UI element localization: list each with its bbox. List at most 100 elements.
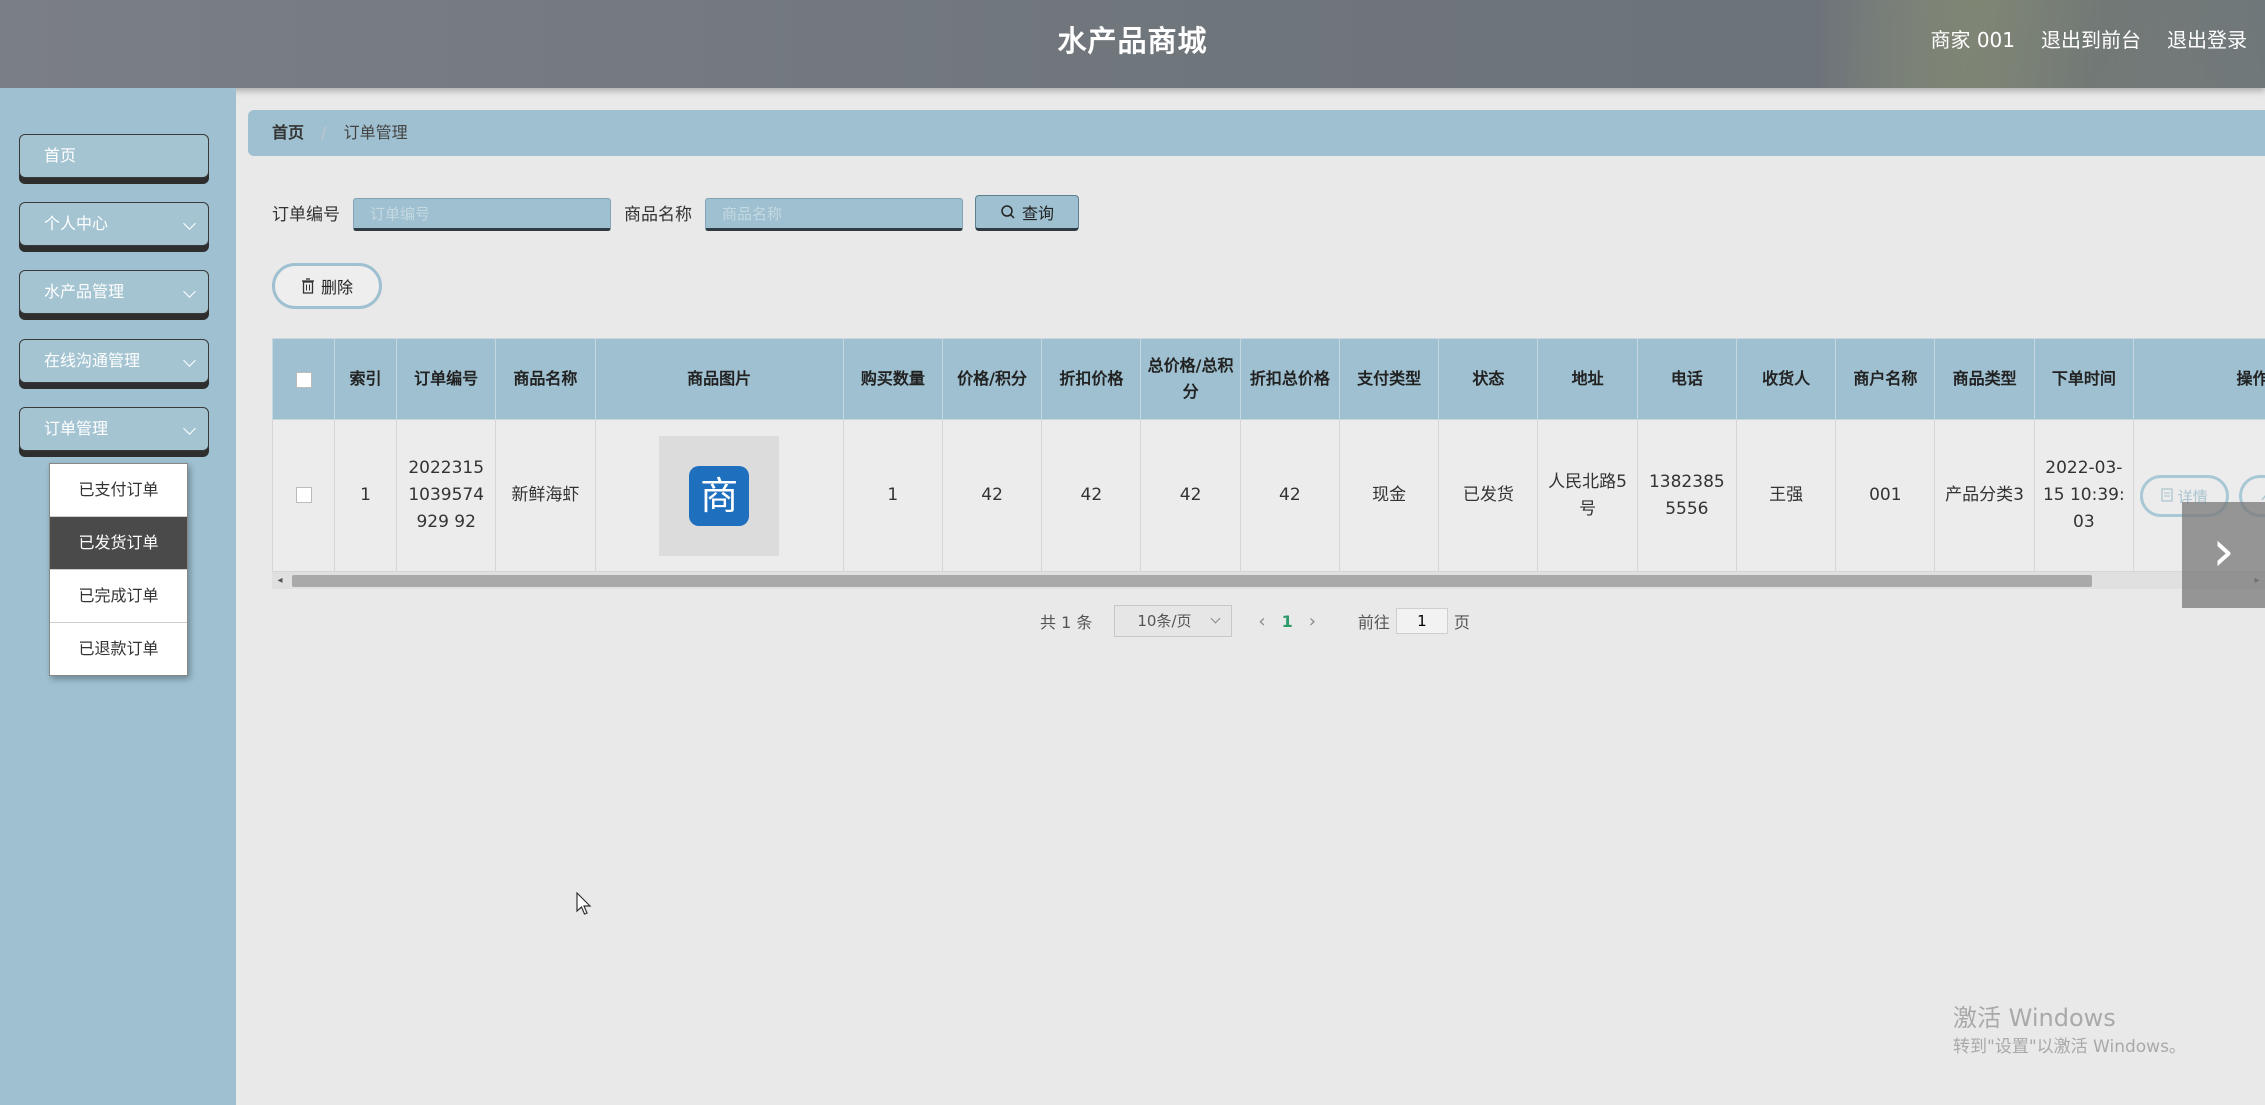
top-header: 水产品商城 商家 001 退出到前台 退出登录 xyxy=(0,0,2265,88)
breadcrumb-separator: / xyxy=(321,123,327,142)
chevron-down-icon xyxy=(183,217,196,230)
sidebar-item-home[interactable]: 首页 xyxy=(19,134,209,178)
sidebar-item-label: 个人中心 xyxy=(44,214,109,233)
chevron-right-icon[interactable]: › xyxy=(2182,502,2265,608)
column-header: 订单编号 xyxy=(396,338,497,420)
sidebar-item-online-chat[interactable]: 在线沟通管理 xyxy=(19,339,209,383)
logout-link[interactable]: 退出登录 xyxy=(2167,24,2247,53)
table-header-row: 索引 订单编号 商品名称 商品图片 购买数量 价格/积分 折扣价格 总价格/总积… xyxy=(272,338,2265,420)
cell-order-no: 20223151039574929 92 xyxy=(396,419,497,572)
goto-label: 前往 xyxy=(1357,613,1390,632)
cell-discount-price: 42 xyxy=(1041,419,1142,572)
site-title: 水产品商城 xyxy=(1057,24,1208,58)
column-header: 折扣价格 xyxy=(1041,338,1142,420)
breadcrumb-current: 订单管理 xyxy=(343,123,408,142)
column-header: 状态 xyxy=(1438,338,1539,420)
next-page-icon[interactable]: › xyxy=(1309,611,1316,632)
order-no-input[interactable] xyxy=(353,198,611,231)
cell-phone: 13823855556 xyxy=(1636,419,1737,572)
chevron-down-icon xyxy=(183,354,196,367)
column-header: 购买数量 xyxy=(842,338,943,420)
table-horizontal-scrollbar[interactable]: ◂ ▸ xyxy=(272,572,2265,589)
mouse-cursor-icon xyxy=(576,892,592,915)
cell-address: 人民北路5号 xyxy=(1537,419,1638,572)
delete-button-label: 删除 xyxy=(320,278,353,297)
product-name-label: 商品名称 xyxy=(624,205,692,225)
page-number[interactable]: 1 xyxy=(1282,612,1293,631)
sidebar-item-aquatic-products[interactable]: 水产品管理 xyxy=(19,270,209,314)
column-header: 商品名称 xyxy=(495,338,596,420)
orders-table-container: 索引 订单编号 商品名称 商品图片 购买数量 价格/积分 折扣价格 总价格/总积… xyxy=(272,338,2265,572)
submenu-item-completed[interactable]: 已完成订单 xyxy=(50,570,187,623)
goto-page-input[interactable] xyxy=(1395,608,1448,634)
prev-page-icon[interactable]: ‹ xyxy=(1258,611,1265,632)
sidebar-item-personal-center[interactable]: 个人中心 xyxy=(19,202,209,246)
document-icon xyxy=(2161,487,2173,502)
cell-category: 产品分类3 xyxy=(1934,419,2035,572)
trash-icon xyxy=(301,278,314,294)
orders-submenu: 已支付订单 已发货订单 已完成订单 已退款订单 xyxy=(49,463,188,676)
pagination: 共 1 条 10条/页 ‹ 1 › 前往 页 xyxy=(1040,604,1470,638)
row-checkbox[interactable] xyxy=(295,487,312,503)
cell-merchant: 001 xyxy=(1835,419,1936,572)
column-header: 电话 xyxy=(1636,338,1737,420)
breadcrumb: 首页 / 订单管理 xyxy=(248,110,2265,156)
current-user-link[interactable]: 商家 001 xyxy=(1930,24,2015,53)
select-all-checkbox[interactable] xyxy=(295,371,312,388)
cell-receiver: 王强 xyxy=(1735,419,1837,572)
column-header: 索引 xyxy=(334,338,398,420)
cell-price: 42 xyxy=(941,419,1043,572)
sidebar-item-label: 订单管理 xyxy=(44,419,109,438)
column-header: 操作 xyxy=(2132,338,2265,420)
sidebar-item-label: 首页 xyxy=(44,146,77,165)
cell-order-time: 2022-03-15 10:39:03 xyxy=(2033,419,2134,572)
cell-total: 42 xyxy=(1140,419,1241,572)
back-to-front-link[interactable]: 退出到前台 xyxy=(2041,24,2141,53)
query-button-label: 查询 xyxy=(1021,204,1054,223)
chevron-down-icon xyxy=(183,285,196,298)
sidebar-item-orders[interactable]: 订单管理 xyxy=(19,407,209,451)
page-size-select[interactable]: 10条/页 xyxy=(1114,605,1233,637)
query-button[interactable]: 查询 xyxy=(975,195,1079,231)
cell-quantity: 1 xyxy=(842,419,943,572)
cell-image: 商 xyxy=(594,419,844,572)
select-all-cell xyxy=(272,338,336,420)
search-icon xyxy=(1001,205,1015,219)
column-header: 下单时间 xyxy=(2033,338,2134,420)
shop-logo-icon: 商 xyxy=(689,465,750,526)
delete-button[interactable]: 删除 xyxy=(272,263,382,309)
cell-discount-total: 42 xyxy=(1239,419,1340,572)
edit-icon xyxy=(2261,494,2265,500)
column-header: 支付类型 xyxy=(1338,338,1440,420)
cell-index: 1 xyxy=(334,419,398,572)
cell-pay-type: 现金 xyxy=(1338,419,1440,572)
column-header: 商品类型 xyxy=(1934,338,2035,420)
row-select-cell xyxy=(272,419,336,572)
submenu-item-refunded[interactable]: 已退款订单 xyxy=(50,623,187,675)
column-header: 折扣总价格 xyxy=(1239,338,1340,420)
activation-watermark-subtitle: 转到"设置"以激活 Windows。 xyxy=(1953,1037,2186,1057)
scroll-left-icon[interactable]: ◂ xyxy=(272,572,288,589)
cell-product: 新鲜海虾 xyxy=(495,419,596,572)
order-no-label: 订单编号 xyxy=(272,205,340,225)
sidebar-item-label: 水产品管理 xyxy=(44,282,125,301)
column-header: 价格/积分 xyxy=(941,338,1043,420)
sidebar-item-label: 在线沟通管理 xyxy=(44,351,141,370)
header-links: 商家 001 退出到前台 退出登录 xyxy=(1930,24,2247,53)
scrollbar-thumb[interactable] xyxy=(292,575,2092,587)
chevron-down-icon xyxy=(1210,613,1221,624)
page-size-value: 10条/页 xyxy=(1137,612,1192,630)
page-unit-label: 页 xyxy=(1453,613,1470,632)
breadcrumb-home[interactable]: 首页 xyxy=(272,123,304,142)
product-image[interactable]: 商 xyxy=(659,435,780,556)
submenu-item-paid[interactable]: 已支付订单 xyxy=(50,464,187,517)
product-name-input[interactable] xyxy=(705,198,963,231)
orders-table: 索引 订单编号 商品名称 商品图片 购买数量 价格/积分 折扣价格 总价格/总积… xyxy=(272,338,2265,572)
column-header: 总价格/总积分 xyxy=(1140,338,1241,420)
cell-status: 已发货 xyxy=(1438,419,1539,572)
submenu-item-shipped[interactable]: 已发货订单 xyxy=(50,517,187,570)
activation-watermark-title: 激活 Windows xyxy=(1953,1004,2116,1032)
column-header: 地址 xyxy=(1537,338,1638,420)
column-header: 收货人 xyxy=(1735,338,1837,420)
column-header: 商品图片 xyxy=(594,338,844,420)
